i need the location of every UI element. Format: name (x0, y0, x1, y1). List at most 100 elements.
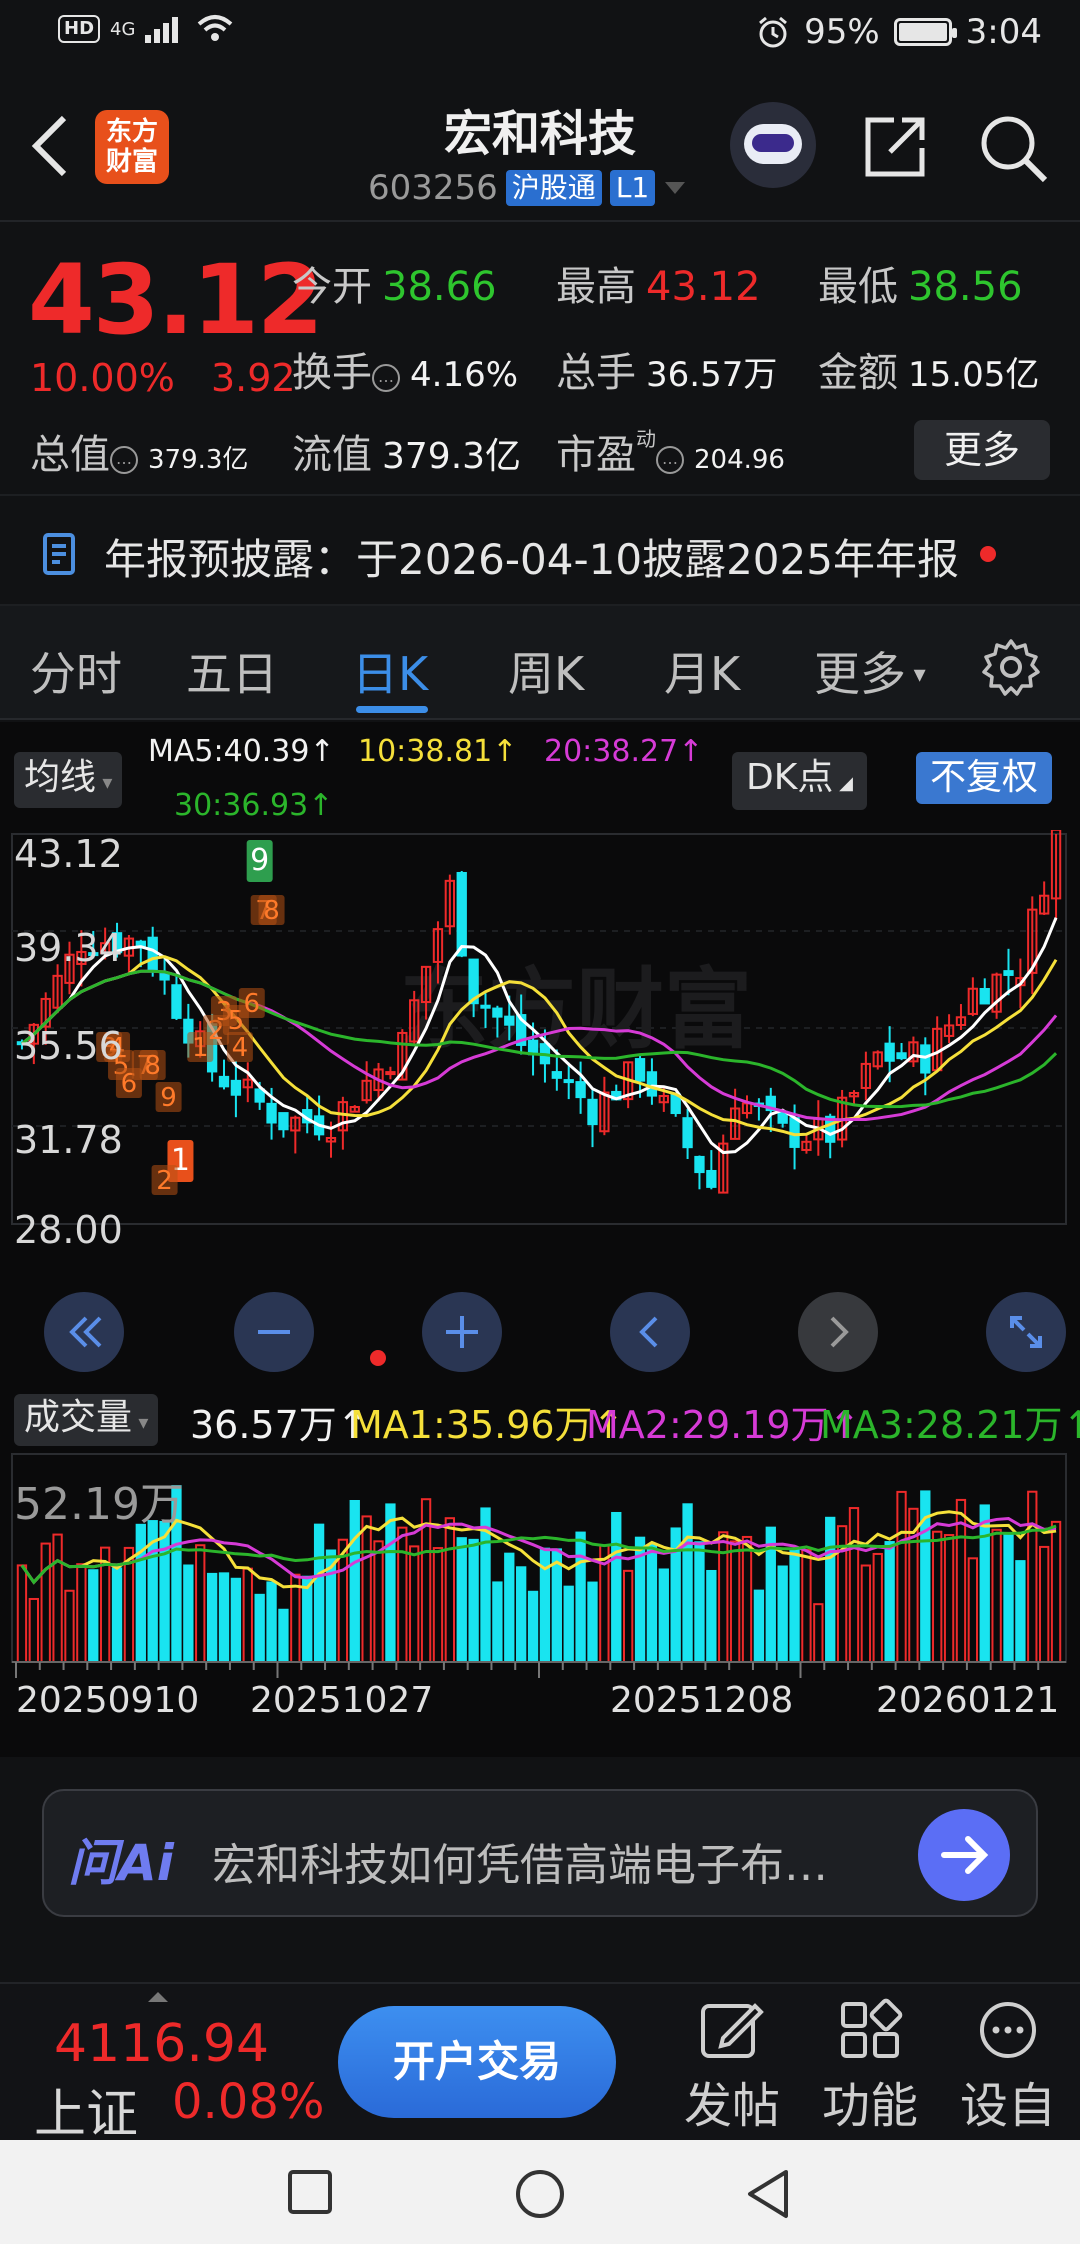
open-account-trade-button[interactable]: 开户交易 (338, 2006, 616, 2118)
volume-bar (611, 1511, 622, 1664)
candle-body (171, 984, 182, 1019)
stock-code: 603256 (368, 168, 498, 208)
volume-bar (991, 1528, 1002, 1663)
tab-five-day[interactable]: 五日 (186, 638, 278, 704)
candle-body (135, 940, 146, 947)
turnover-field[interactable]: 换手… 4.16% (292, 340, 518, 398)
customize-button[interactable]: 设自 (948, 1998, 1068, 2136)
network-label: 4G (110, 18, 136, 40)
candle-body (492, 1007, 503, 1018)
open-value: 38.66 (382, 264, 497, 310)
scroll-left-fast-button[interactable] (44, 1292, 124, 1372)
zoom-in-button[interactable] (422, 1292, 502, 1372)
annual-report-notice[interactable]: 年报预披露：于2026-04-10披露2025年年报 (0, 494, 1080, 604)
tab-daily-k[interactable]: 日K (352, 638, 428, 704)
ma30-label: 30:36.93↑ (174, 788, 334, 823)
volume-ma3-label: MA3:28.21万↑ (820, 1403, 1080, 1447)
volume-bar (52, 1533, 63, 1663)
candle-body (218, 1075, 230, 1088)
stock-code-row[interactable]: 603256 沪股通 L1 (368, 168, 687, 208)
volume-bar (646, 1544, 658, 1663)
volume-indicator-select[interactable]: 成交量 ▾ (14, 1394, 159, 1446)
hd-icon: HD (58, 15, 101, 43)
candle-body (896, 1052, 907, 1060)
fullscreen-button[interactable] (986, 1292, 1066, 1372)
scroll-left-button[interactable] (610, 1292, 690, 1372)
more-quote-button[interactable]: 更多 (914, 420, 1050, 480)
y-label-min: 28.00 (14, 1208, 123, 1252)
volume-bar (587, 1581, 598, 1663)
y-label-3: 35.56 (14, 1024, 123, 1068)
zoom-out-button[interactable] (234, 1292, 314, 1372)
volume-bar (729, 1540, 741, 1663)
volume-bar (385, 1503, 396, 1664)
volume-bar (967, 1557, 979, 1663)
volume-bar (278, 1608, 289, 1664)
volume-bar (741, 1535, 753, 1663)
tab-intraday[interactable]: 分时 (30, 638, 122, 704)
candle-body (979, 988, 990, 1005)
dk-point-select[interactable]: DK点 ◢ (732, 752, 867, 810)
volume-bar (789, 1547, 800, 1663)
gear-icon[interactable] (982, 638, 1040, 696)
volume-bar (302, 1575, 313, 1663)
volume-bar (801, 1548, 812, 1663)
indicator-select[interactable]: 均线 ▾ (14, 752, 123, 808)
search-icon[interactable] (975, 110, 1051, 186)
volume-bar (432, 1547, 444, 1663)
caret-up-icon[interactable] (146, 1990, 170, 2004)
index-name[interactable]: 上证 (34, 2072, 138, 2147)
volume-bar (313, 1523, 325, 1663)
volume-bar (361, 1515, 372, 1663)
candle-body (587, 1098, 598, 1126)
open-field: 今开 38.66 (292, 264, 497, 310)
x-label-3: 20251208 (610, 1680, 794, 1721)
caret-down-icon (665, 182, 686, 194)
recents-icon[interactable] (286, 2168, 334, 2216)
back-nav-icon[interactable] (744, 2168, 792, 2220)
battery-icon (893, 18, 957, 46)
tab-weekly-k[interactable]: 周K (508, 638, 584, 704)
volume-bar (527, 1590, 539, 1664)
ma20-label: 20:38.27↑ (544, 734, 704, 769)
functions-button[interactable]: 功能 (810, 1998, 930, 2136)
ai-robot-icon[interactable] (730, 102, 816, 188)
candle-body (266, 1102, 277, 1124)
volume-bar (516, 1566, 527, 1663)
volume-bar (492, 1581, 503, 1663)
float-cap-value: 379.3亿 (382, 436, 522, 477)
post-button[interactable]: 发帖 (672, 1998, 792, 2136)
tab-more[interactable]: 更多 ▾ (814, 638, 926, 704)
volume-bar (860, 1564, 872, 1663)
candle-body (456, 871, 467, 957)
candle-body (646, 1071, 658, 1097)
share-icon[interactable] (860, 112, 930, 182)
td-marker-label: 6 (244, 989, 261, 1019)
index-value: 4116.94 (54, 2014, 270, 2074)
pe-value: 204.96 (694, 445, 785, 475)
ai-question-bar[interactable]: 问Ai 宏和科技如何凭借高端电子布… (42, 1789, 1038, 1917)
tab-monthly-k[interactable]: 月K (664, 638, 740, 704)
ma5-label: MA5:40.39↑ (148, 734, 335, 769)
volume-bar (943, 1534, 955, 1663)
volume-bar (1015, 1560, 1026, 1663)
volume-bar (111, 1567, 123, 1663)
pe-field[interactable]: 市盈动… 204.96 (556, 422, 785, 480)
document-icon (43, 533, 75, 575)
home-icon[interactable] (514, 2168, 566, 2220)
volume-bar (694, 1541, 705, 1663)
volume-bar (1039, 1545, 1050, 1663)
candle-body (551, 1071, 562, 1079)
kline-chart-area[interactable]: 均线 ▾ MA5:40.39↑ 10:38.81↑ 20:38.27↑ 30:3… (0, 722, 1080, 1757)
info-icon: … (656, 446, 684, 474)
ai-prompt-text: 宏和科技如何凭借高端电子布… (212, 1840, 828, 1891)
market-cap-field[interactable]: 总值… 379.3亿 (30, 422, 248, 480)
volume-bar (349, 1499, 360, 1664)
candlestick-chart[interactable]: 东方财富 978123456789123456 (0, 830, 1080, 1230)
no-adjust-button[interactable]: 不复权 (916, 752, 1053, 804)
volume-bar (504, 1552, 515, 1663)
scroll-right-button[interactable] (798, 1292, 878, 1372)
ai-send-button[interactable] (918, 1809, 1010, 1901)
system-navigation-bar (0, 2140, 1080, 2244)
volume-max-label: 52.19万 (14, 1479, 184, 1530)
